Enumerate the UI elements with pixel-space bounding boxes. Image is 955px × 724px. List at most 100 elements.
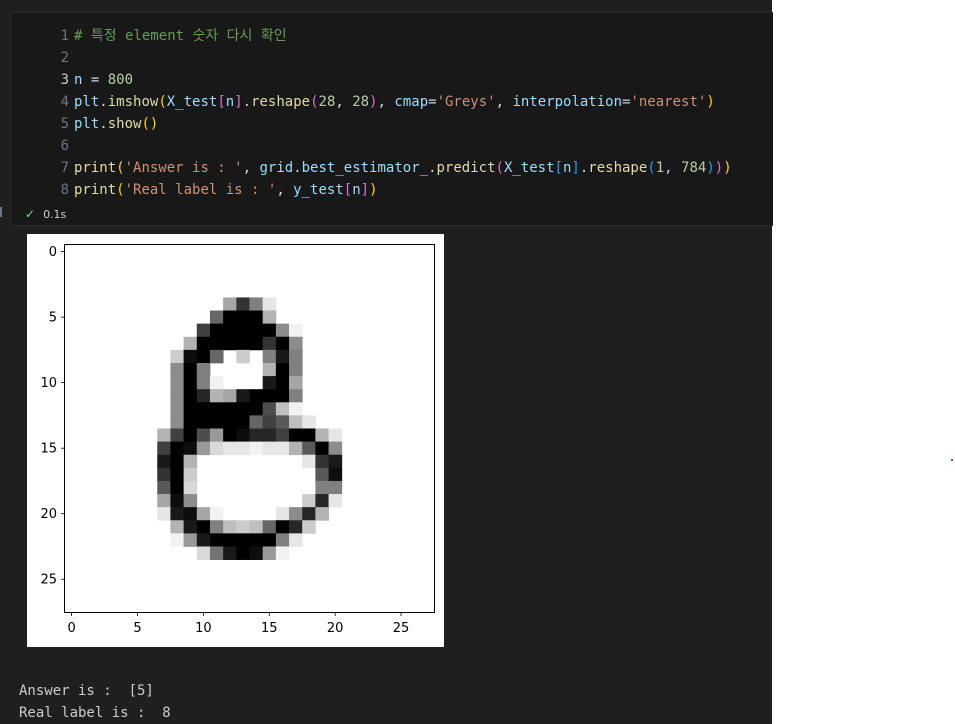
heatmap-cell xyxy=(262,415,277,429)
heatmap-cell xyxy=(170,389,185,403)
code-token: ( xyxy=(495,160,504,176)
heatmap-cell xyxy=(262,349,277,364)
code-token: print xyxy=(74,182,117,198)
code-token: ) xyxy=(706,160,715,176)
heatmap-cell xyxy=(275,507,290,521)
notebook-area: 1 # 특정 element 숫자 다시 확인 2 3 n = 800 4 plt.imsh… xyxy=(0,0,773,724)
code-token: 'Greys' xyxy=(436,94,496,110)
heatmap-cell xyxy=(328,467,343,482)
code-token: 28 xyxy=(352,94,370,110)
heatmap-cell xyxy=(196,323,211,338)
heatmap-cell xyxy=(315,507,329,521)
heatmap-cell xyxy=(236,415,250,429)
heatmap-cell xyxy=(262,323,277,338)
heatmap-cell xyxy=(249,546,264,560)
code-token: show xyxy=(107,116,142,132)
code-token: n xyxy=(225,94,235,110)
line-code: print('Answer is : ', grid.best_estimato… xyxy=(74,157,732,179)
heatmap-cell xyxy=(223,415,237,429)
heatmap-cell xyxy=(328,454,343,469)
heatmap-cell xyxy=(249,389,264,403)
heatmap-cell xyxy=(315,441,329,456)
heatmap-cell xyxy=(209,428,224,443)
heatmap-cell xyxy=(262,376,277,390)
code-token: y_test xyxy=(293,182,344,198)
cell-gutter-marker xyxy=(0,207,2,217)
heatmap-cell xyxy=(236,310,250,325)
y-tick-label: 5 xyxy=(49,311,57,326)
code-token: ] xyxy=(571,160,580,176)
heatmap-cell xyxy=(223,441,237,456)
heatmap-cell xyxy=(196,428,211,443)
code-token: ] xyxy=(360,182,370,198)
code-line[interactable]: 5 plt.show() xyxy=(11,113,773,135)
code-token: = xyxy=(82,72,108,88)
code-line[interactable]: 6 xyxy=(11,135,773,157)
code-token: X_test xyxy=(166,94,218,110)
heatmap-cell xyxy=(196,349,211,364)
heatmap-cell xyxy=(183,454,198,469)
code-token: n xyxy=(352,182,361,198)
heatmap-cell xyxy=(275,533,290,547)
code-token: [ xyxy=(217,94,226,110)
heatmap-cell xyxy=(157,467,171,482)
code-line[interactable]: 4 plt.imshow(X_test[n].reshape(28, 28), c… xyxy=(11,91,773,113)
heatmap-cell xyxy=(223,402,237,416)
x-tick-label: 0 xyxy=(67,621,75,636)
code-line[interactable]: 7 print('Answer is : ', grid.best_estimat… xyxy=(11,157,773,179)
code-token: 'Real label is : ' xyxy=(124,182,277,198)
code-token: reshape xyxy=(588,160,648,176)
code-token: plt xyxy=(74,116,100,132)
heatmap-cell xyxy=(223,310,237,325)
heatmap-cell xyxy=(209,520,224,534)
code-token: # 특정 element 숫자 다시 확인 xyxy=(74,28,287,44)
heatmap-cell xyxy=(262,389,277,403)
label-output-line: Real label is : 8 xyxy=(19,705,171,721)
heatmap-cell xyxy=(236,520,250,534)
line-number: 2 xyxy=(60,50,69,66)
heatmap-cell xyxy=(170,362,185,377)
code-token: predict xyxy=(436,160,496,176)
heatmap-cell xyxy=(275,520,290,534)
code-cell[interactable]: 1 # 특정 element 숫자 다시 확인 2 3 n = 800 4 plt.imsh… xyxy=(10,12,773,226)
plot-output: 0 5 10 15 20 25 0 5 10 15 20 25 xyxy=(27,234,444,647)
code-line[interactable]: 3 n = 800 xyxy=(11,69,773,91)
code-token: , xyxy=(377,94,395,110)
heatmap-cell xyxy=(157,507,171,521)
heatmap-cell xyxy=(196,362,211,377)
heatmap-cell xyxy=(209,507,224,521)
code-token: grid xyxy=(259,160,294,176)
code-token: interpolation xyxy=(512,94,623,110)
heatmap-cell xyxy=(157,428,171,443)
heatmap-cell xyxy=(196,336,211,351)
code-line[interactable]: 8 print('Real label is : ', y_test[n]) xyxy=(11,179,773,201)
heatmap-cell xyxy=(249,402,264,416)
line-code: n = 800 xyxy=(74,69,133,91)
heatmap-cell xyxy=(170,494,185,508)
heatmap-cell xyxy=(236,336,250,351)
heatmap-cell xyxy=(249,520,264,534)
heatmap-cell xyxy=(170,533,185,547)
heatmap-cell xyxy=(223,323,237,338)
heatmap-cell xyxy=(157,494,171,508)
heatmap-cell xyxy=(223,389,237,403)
heatmap-cell xyxy=(275,349,290,364)
x-tick-label: 15 xyxy=(261,621,278,636)
code-editor[interactable]: 1 # 특정 element 숫자 다시 확인 2 3 n = 800 4 plt.imsh… xyxy=(11,25,773,201)
heatmap-cell xyxy=(236,441,250,456)
code-token: . xyxy=(99,94,108,110)
heatmap-cell xyxy=(209,402,224,416)
heatmap-cell xyxy=(183,428,198,443)
y-tick-label: 20 xyxy=(40,507,57,522)
heatmap-cell xyxy=(183,507,198,521)
heatmap-cell xyxy=(183,480,198,495)
heatmap-cell xyxy=(315,454,329,469)
heatmap-cell xyxy=(249,415,264,429)
heatmap-cell xyxy=(236,533,250,547)
code-line[interactable]: 1 # 특정 element 숫자 다시 확인 xyxy=(11,25,773,47)
code-token: ( xyxy=(116,160,125,176)
code-line[interactable]: 2 xyxy=(11,47,773,69)
heatmap-cell xyxy=(328,428,343,443)
execution-status: ✓ 0.1s xyxy=(25,206,66,222)
heatmap-cell xyxy=(170,467,185,482)
